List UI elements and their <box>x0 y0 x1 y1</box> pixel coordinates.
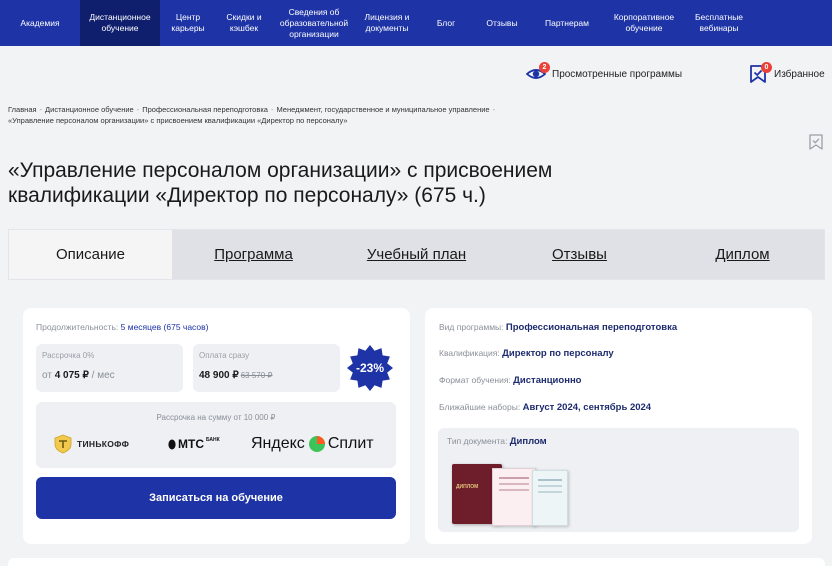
viewed-count-badge: 2 <box>539 62 550 73</box>
document-type-box: Тип документа: Диплом ДИПЛОМ <box>438 428 799 532</box>
breadcrumb-distance-learning[interactable]: Дистанционное обучение <box>45 105 134 114</box>
top-navigation: Академия Дистанционное обучение Центр ка… <box>0 0 832 46</box>
breadcrumb-separator: - <box>492 105 496 114</box>
tinkoff-label: ТИНЬКОФФ <box>77 439 130 449</box>
enroll-button[interactable]: Записаться на обучение <box>36 477 396 519</box>
favorites-label: Избранное <box>774 68 825 80</box>
nav-item-blog[interactable]: Блог <box>418 0 474 46</box>
format-label: Формат обучения: <box>439 375 511 385</box>
full-payment-old-price: 63 570 ₽ <box>240 371 273 380</box>
full-payment-value: 48 900 ₽ <box>199 370 239 381</box>
mts-label: МТС <box>178 437 204 451</box>
doc-type-value: Диплом <box>509 436 547 447</box>
format-value: Дистанционно <box>513 375 582 386</box>
diploma-cover-label: ДИПЛОМ <box>456 484 479 490</box>
tab-program-label: Программа <box>214 246 293 263</box>
breadcrumb-separator: - <box>270 105 274 114</box>
installment-value: 4 075 ₽ <box>54 370 89 381</box>
tab-diploma-label: Диплом <box>715 246 770 263</box>
tab-program[interactable]: Программа <box>172 230 335 279</box>
qualification-value: Директор по персоналу <box>502 348 614 359</box>
eye-icon: 2 <box>525 62 550 84</box>
partner-tinkoff: ТИНЬКОФФ <box>53 433 129 455</box>
program-type-label: Вид программы: <box>439 322 504 332</box>
nav-item-distance-learning[interactable]: Дистанционное обучение <box>80 0 160 46</box>
breadcrumb-management[interactable]: Менеджмент, государственное и муниципаль… <box>276 105 489 114</box>
full-payment-label: Оплата сразу <box>199 351 250 360</box>
diploma-page-image <box>492 468 536 526</box>
split-logo-icon <box>308 436 325 452</box>
tab-curriculum-label: Учебный план <box>366 246 467 263</box>
bookmark-check-icon <box>809 134 823 150</box>
breadcrumb-professional-retraining[interactable]: Профессиональная переподготовка <box>142 105 268 114</box>
breadcrumb-home[interactable]: Главная <box>8 105 37 114</box>
installment-label: Рассрочка 0% <box>42 351 95 360</box>
nav-item-license[interactable]: Лицензия и документы <box>356 0 418 46</box>
nav-item-organization-info[interactable]: Сведения об образовательной организации <box>272 0 356 46</box>
breadcrumb-separator: - <box>136 105 140 114</box>
full-payment-option[interactable]: Оплата сразу 48 900 ₽63 570 ₽ <box>193 344 340 392</box>
tab-curriculum[interactable]: Учебный план <box>335 230 498 279</box>
mts-sub-label: БАНК <box>206 437 220 443</box>
enrollment-value: Август 2024, сентябрь 2024 <box>522 402 652 413</box>
format-row: Формат обучения: Дистанционно <box>439 375 581 386</box>
bookmark-button[interactable] <box>807 133 825 151</box>
viewed-programs-link[interactable]: 2 Просмотренные программы <box>525 62 706 84</box>
breadcrumb-current: «Управление персоналом организации» с пр… <box>8 116 348 125</box>
nav-item-discounts[interactable]: Скидки и кэшбек <box>216 0 272 46</box>
partner-yandex-split: Яндекс Сплит <box>251 432 374 456</box>
installment-partners: Рассрочка на сумму от 10 000 ₽ ТИНЬКОФФ … <box>36 402 396 468</box>
tab-description[interactable]: Описание <box>9 230 172 279</box>
diploma-supplement-image <box>532 470 568 526</box>
mts-egg-icon <box>168 439 176 450</box>
installment-suffix: / мес <box>91 370 115 381</box>
tab-reviews[interactable]: Отзывы <box>498 230 661 279</box>
favorites-check-icon: 0 <box>748 62 772 84</box>
program-type-row: Вид программы: Профессиональная переподг… <box>439 322 677 333</box>
doc-type-row: Тип документа: Диплом <box>447 436 547 447</box>
nav-item-partners[interactable]: Партнерам <box>530 0 604 46</box>
favorites-link[interactable]: 0 Избранное <box>748 62 832 84</box>
installment-prefix: от <box>42 370 52 381</box>
program-tabs: Описание Программа Учебный план Отзывы Д… <box>8 229 825 280</box>
yandex-label: Яндекс <box>251 435 305 452</box>
nav-item-academy[interactable]: Академия <box>0 0 80 46</box>
qualification-label: Квалификация: <box>439 348 500 358</box>
split-label: Сплит <box>327 435 374 452</box>
nav-item-reviews[interactable]: Отзывы <box>474 0 530 46</box>
enrollment-row: Ближайшие наборы: Август 2024, сентябрь … <box>439 402 651 413</box>
partner-mts: МТС БАНК <box>168 433 220 455</box>
tab-diploma[interactable]: Диплом <box>661 230 824 279</box>
nav-item-career-center[interactable]: Центр карьеры <box>160 0 216 46</box>
duration-value: 5 месяцев (675 часов) <box>120 322 209 332</box>
doc-type-label: Тип документа: <box>447 436 508 446</box>
enrollment-label: Ближайшие наборы: <box>439 402 521 412</box>
program-type-value: Профессиональная переподготовка <box>505 322 678 333</box>
discount-badge: -23% <box>346 344 394 392</box>
breadcrumb: Главная - Дистанционное обучение - Профессио… <box>8 104 608 126</box>
breadcrumb-separator: - <box>39 105 43 114</box>
tab-reviews-label: Отзывы <box>552 246 607 263</box>
next-section-card <box>8 558 825 566</box>
qualification-row: Квалификация: Директор по персоналу <box>439 348 614 359</box>
duration-label: Продолжительность: <box>36 322 119 332</box>
favorites-count-badge: 0 <box>761 62 772 73</box>
tinkoff-logo-icon <box>54 434 72 454</box>
discount-value: -23% <box>355 361 384 375</box>
full-payment-price: 48 900 ₽63 570 ₽ <box>199 370 273 381</box>
installment-option[interactable]: Рассрочка 0% от 4 075 ₽ / мес <box>36 344 183 392</box>
viewed-programs-label: Просмотренные программы <box>552 68 683 80</box>
installment-price: от 4 075 ₽ / мес <box>42 370 115 381</box>
page-title: «Управление персоналом организации» с пр… <box>8 159 553 207</box>
partners-heading: Рассрочка на сумму от 10 000 ₽ <box>156 413 276 422</box>
tab-description-label: Описание <box>55 246 126 263</box>
nav-item-webinars[interactable]: Бесплатные вебинары <box>684 0 754 46</box>
nav-item-corporate[interactable]: Корпоративное обучение <box>604 0 684 46</box>
duration-row: Продолжительность: 5 месяцев (675 часов) <box>36 322 208 332</box>
